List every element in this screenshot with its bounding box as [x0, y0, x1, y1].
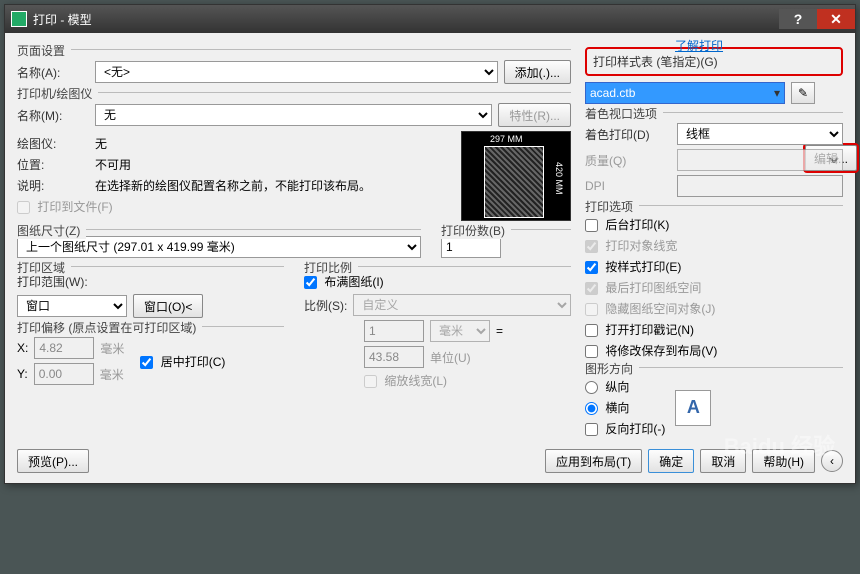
scale-lineweights-checkbox: 缩放线宽(L): [364, 372, 447, 389]
close-icon[interactable]: ✕: [817, 9, 855, 29]
printer-group: 打印机/绘图仪 名称(M): 无 特性(R)... 绘图仪:无 位置:不可用 说…: [17, 92, 571, 221]
plot-offset-group: 打印偏移 (原点设置在可打印区域) X:毫米 Y:毫米 居中打印(C): [17, 326, 284, 389]
scale-numerator-input: [364, 320, 424, 342]
plot-with-styles-checkbox[interactable]: 按样式打印(E): [585, 258, 681, 275]
page-setup-group: 页面设置 名称(A): <无> 添加(.)...: [17, 49, 571, 84]
paper-size-select[interactable]: 上一个图纸尺寸 (297.01 x 419.99 毫米): [17, 236, 421, 258]
plot-dialog: 打印 - 模型 ? ✕ 了解打印 页面设置 名称(A): <无> 添加(.)..…: [4, 4, 856, 484]
offset-y-input: [34, 363, 94, 385]
plot-options-group: 打印选项 后台打印(K) 打印对象线宽 按样式打印(E) 最后打印图纸空间 隐藏…: [585, 205, 843, 359]
ok-button[interactable]: 确定: [648, 449, 694, 473]
apply-to-layout-button[interactable]: 应用到布局(T): [545, 449, 642, 473]
plot-paperspace-last-checkbox: 最后打印图纸空间: [585, 279, 701, 296]
plot-area-group: 打印区域 打印范围(W): 窗口 窗口(O)<: [17, 266, 284, 318]
plot-lineweights-checkbox: 打印对象线宽: [585, 237, 677, 254]
properties-button: 特性(R)...: [498, 103, 571, 127]
copies-input[interactable]: [441, 236, 501, 258]
page-setup-name-select[interactable]: <无>: [95, 61, 498, 83]
plot-range-select[interactable]: 窗口: [17, 295, 127, 317]
scale-select: 自定义: [353, 294, 571, 316]
cancel-button[interactable]: 取消: [700, 449, 746, 473]
fit-to-paper-checkbox[interactable]: 布满图纸(I): [304, 275, 384, 289]
dialog-footer: 预览(P)... 应用到布局(T) 确定 取消 帮助(H) ‹: [17, 441, 843, 473]
learn-about-plotting-link[interactable]: 了解打印: [675, 37, 723, 54]
help-icon[interactable]: ?: [779, 9, 817, 29]
upside-down-checkbox[interactable]: 反向打印(-): [585, 420, 665, 437]
shade-plot-select[interactable]: 线框: [677, 123, 843, 145]
shaded-viewport-group: 着色视口选项 着色打印(D)线框 质量(Q) DPI: [585, 112, 843, 197]
edit-style-icon[interactable]: ✎: [791, 82, 815, 104]
printer-name-select[interactable]: 无: [95, 104, 492, 126]
chevron-down-icon: ▾: [774, 86, 780, 100]
window-title: 打印 - 模型: [33, 11, 779, 28]
save-changes-checkbox[interactable]: 将修改保存到布局(V): [585, 342, 717, 359]
paper-size-group: 图纸尺寸(Z) 上一个图纸尺寸 (297.01 x 419.99 毫米): [17, 229, 421, 258]
portrait-radio[interactable]: 纵向: [585, 378, 629, 395]
scale-unit-select: 毫米: [430, 320, 490, 342]
plot-stamp-checkbox[interactable]: 打开打印戳记(N): [585, 321, 694, 338]
background-plot-checkbox[interactable]: 后台打印(K): [585, 216, 669, 233]
landscape-radio[interactable]: 横向: [585, 399, 629, 416]
preview-button[interactable]: 预览(P)...: [17, 449, 89, 473]
window-button[interactable]: 窗口(O)<: [133, 294, 203, 318]
copies-group: 打印份数(B): [441, 229, 571, 258]
print-to-file-checkbox: 打印到文件(F): [17, 198, 113, 215]
app-icon: [11, 11, 27, 27]
scale-denominator-input: [364, 346, 424, 368]
paper-preview: 297 MM 420 MM: [461, 131, 571, 221]
center-plot-checkbox[interactable]: 居中打印(C): [140, 353, 225, 370]
expand-icon[interactable]: ‹: [821, 450, 843, 472]
orientation-group: 图形方向 纵向 横向 反向打印(-) A: [585, 367, 843, 441]
orientation-icon: A: [675, 390, 711, 426]
dpi-input: [677, 175, 843, 197]
plot-scale-group: 打印比例 布满图纸(I) 比例(S):自定义 毫米= 单位(U) 缩放线宽(L): [304, 266, 571, 389]
quality-select: [677, 149, 843, 171]
help-button[interactable]: 帮助(H): [752, 449, 815, 473]
add-button[interactable]: 添加(.)...: [504, 60, 571, 84]
plot-style-select[interactable]: acad.ctb▾: [585, 82, 785, 104]
titlebar[interactable]: 打印 - 模型 ? ✕: [5, 5, 855, 33]
hide-paperspace-checkbox: 隐藏图纸空间对象(J): [585, 300, 715, 317]
offset-x-input: [34, 337, 94, 359]
